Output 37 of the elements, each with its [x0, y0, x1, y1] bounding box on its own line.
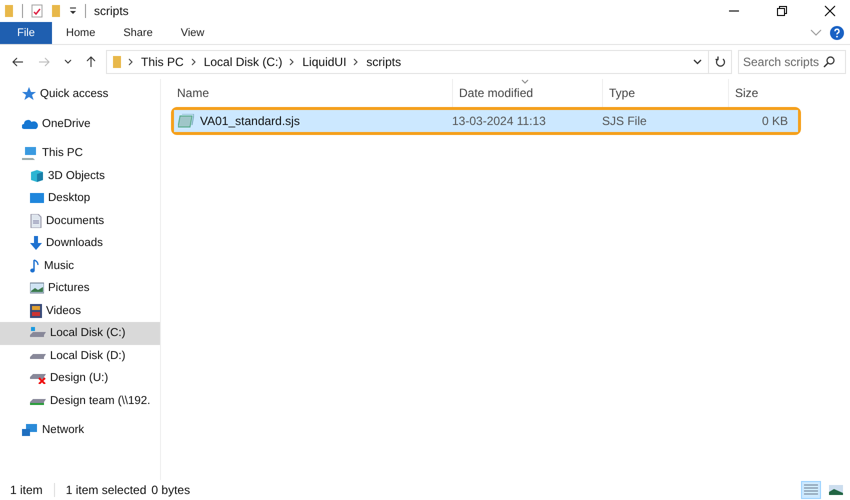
nav-item[interactable]: This PC — [0, 142, 160, 164]
nav-item[interactable]: Local Disk (D:) — [0, 344, 160, 367]
nav-item[interactable]: OneDrive — [0, 112, 160, 135]
nav-item[interactable]: Network — [0, 419, 160, 442]
selection-size: 0 bytes — [151, 483, 190, 497]
address-bar[interactable]: This PC Local Disk (C:) LiquidUI scripts — [106, 50, 709, 74]
breadcrumb[interactable]: This PC — [141, 55, 184, 69]
breadcrumb[interactable]: Local Disk (C:) — [204, 55, 282, 69]
date-cell-text: 13-03-2024 11:13 — [452, 114, 547, 128]
nav-item[interactable]: Music — [0, 254, 160, 277]
item-count: 1 item — [10, 483, 43, 497]
nav-item[interactable]: Local Disk (C:) — [0, 322, 160, 344]
size-cell-text: 0 KB — [760, 114, 789, 128]
nav-item[interactable]: Desktop — [0, 187, 160, 210]
ribbon-tab[interactable]: Share — [109, 22, 167, 44]
breadcrumb[interactable]: scripts — [366, 55, 402, 69]
file-row[interactable]: VA01_standard.sjs 13-03-2024 11:13 SJS File 0 KB — [174, 110, 798, 132]
column-header[interactable]: Size — [729, 79, 789, 107]
nav-item[interactable]: Quick access — [0, 83, 160, 106]
ribbon-tab[interactable]: View — [166, 22, 218, 44]
nav-item[interactable]: Design (U:) — [0, 367, 160, 390]
file-name: VA01_standard.sjs — [200, 114, 300, 128]
breadcrumb[interactable]: LiquidUI — [302, 55, 346, 69]
search-field[interactable]: Search scripts — [738, 50, 846, 74]
type-cell-text: SJS File — [602, 114, 648, 128]
column-header[interactable]: Date modified — [453, 79, 603, 107]
nav-item[interactable]: Videos — [0, 300, 160, 322]
nav-item[interactable]: 3D Objects — [0, 164, 160, 187]
column-header[interactable]: Type — [603, 79, 729, 107]
ribbon-tab[interactable]: Home — [52, 22, 110, 44]
nav-item[interactable]: Downloads — [0, 232, 160, 254]
nav-item[interactable]: Documents — [0, 210, 160, 232]
selection-count: 1 item selected — [66, 483, 146, 497]
nav-item[interactable]: Pictures — [0, 277, 160, 300]
window-title: scripts — [94, 4, 129, 18]
column-header[interactable]: Name — [171, 79, 453, 107]
nav-item[interactable]: Design team (\\192. — [0, 390, 160, 412]
